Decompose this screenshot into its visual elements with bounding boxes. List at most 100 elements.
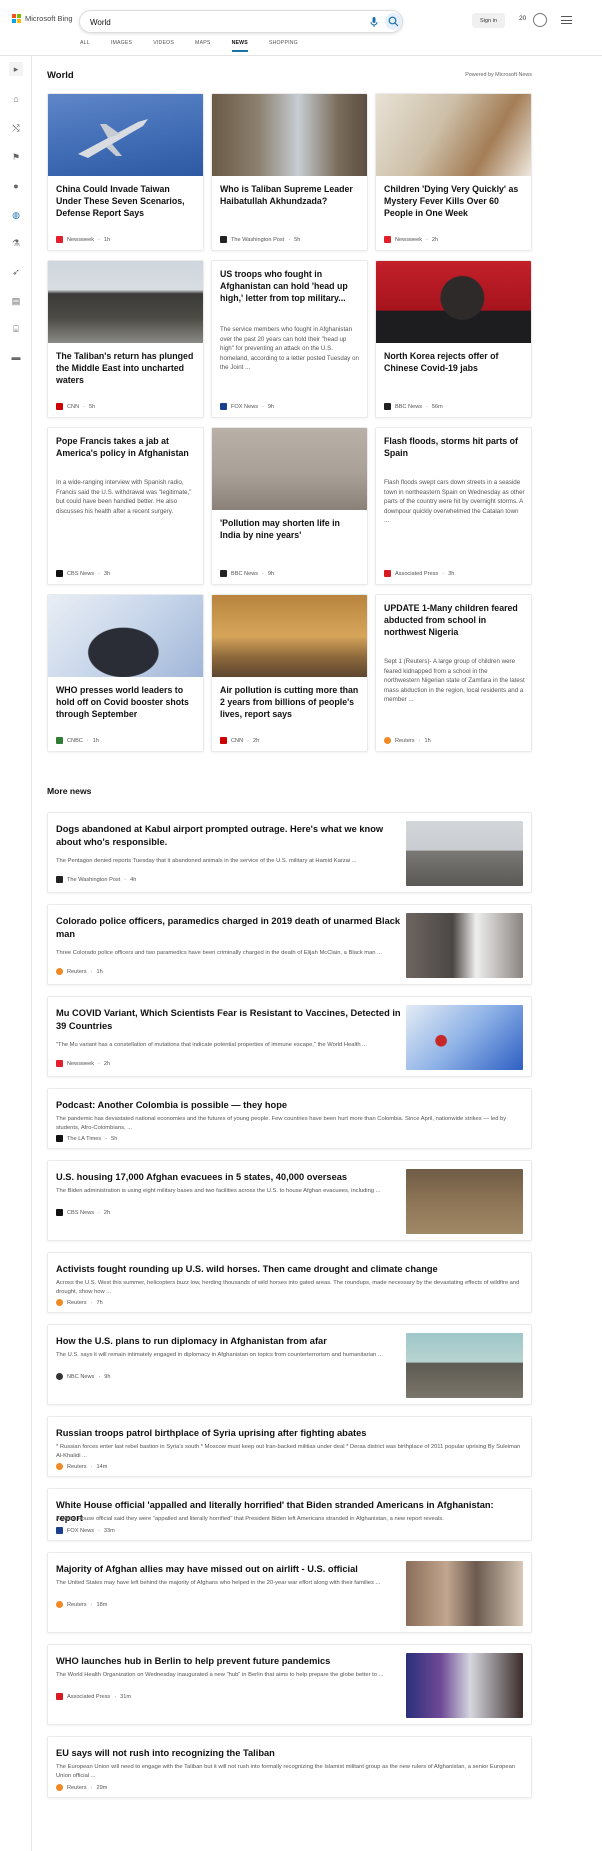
microphone-icon[interactable] [368,16,380,28]
news-card[interactable]: WHO presses world leaders to hold off on… [47,594,204,752]
tab-images[interactable]: IMAGES [111,40,132,52]
category-sidebar: ▸ ⌂ ⤭ ⚑ ● ◍ ⚗ ➶ ▤ ⌸ ▬ [0,56,32,1851]
news-card[interactable]: The Taliban's return has plunged the Mid… [47,260,204,418]
search-input[interactable] [90,15,340,29]
news-title[interactable]: Colorado police officers, paramedics cha… [56,915,401,941]
sign-in-button[interactable]: Sign in [472,13,505,28]
news-title[interactable]: UPDATE 1-Many children feared abducted f… [384,603,524,639]
news-card[interactable]: Who is Taliban Supreme Leader Haibatulla… [211,93,368,251]
tab-news[interactable]: NEWS [231,40,248,52]
flask-icon[interactable]: ⚗ [9,236,23,250]
bank-icon[interactable]: ⌸ [9,322,23,336]
news-thumbnail [406,1169,523,1234]
news-title[interactable]: WHO launches hub in Berlin to help preve… [56,1655,401,1668]
rewards-medal-icon[interactable] [533,13,547,27]
news-list-item[interactable]: EU says will not rush into recognizing t… [47,1736,532,1798]
news-description: Across the U.S. West this summer, helico… [56,1280,520,1296]
news-title[interactable]: China Could Invade Taiwan Under These Se… [56,184,196,220]
news-source: CNN · 5h [56,403,95,410]
news-title[interactable]: How the U.S. plans to run diplomacy in A… [56,1335,401,1348]
news-title[interactable]: Podcast: Another Colombia is possible — … [56,1099,521,1112]
location-icon[interactable]: ● [9,179,23,193]
news-title[interactable]: Flash floods, storms hit parts of Spain [384,436,524,460]
more-news-title: More news [47,786,92,796]
news-title[interactable]: Majority of Afghan allies may have misse… [56,1563,401,1576]
news-list-item[interactable]: Mu COVID Variant, Which Scientists Fear … [47,996,532,1077]
news-list-item[interactable]: U.S. housing 17,000 Afghan evacuees in 5… [47,1160,532,1241]
news-image [48,595,203,677]
news-list-item[interactable]: Podcast: Another Colombia is possible — … [47,1088,532,1149]
news-card[interactable]: UPDATE 1-Many children feared abducted f… [375,594,532,752]
news-source: Reuters · 1h [384,737,431,744]
tab-shopping[interactable]: SHOPPING [269,40,298,52]
menu-icon[interactable] [561,16,572,24]
news-thumbnail [406,1561,523,1626]
news-title[interactable]: US troops who fought in Afghanistan can … [220,269,360,305]
news-title[interactable]: Who is Taliban Supreme Leader Haibatulla… [220,184,360,208]
news-title[interactable]: 'Pollution may shorten life in India by … [220,518,360,542]
news-list-item[interactable]: How the U.S. plans to run diplomacy in A… [47,1324,532,1405]
news-card[interactable]: Air pollution is cutting more than 2 yea… [211,594,368,752]
news-card[interactable]: China Could Invade Taiwan Under These Se… [47,93,204,251]
news-list-item[interactable]: White House official 'appalled and liter… [47,1488,532,1541]
film-icon[interactable]: ▤ [9,294,23,308]
news-card[interactable]: Children 'Dying Very Quickly' as Mystery… [375,93,532,251]
news-source: CBS News · 3h [56,570,110,577]
news-description: "The Mu variant has a constellation of m… [56,1042,368,1048]
news-title[interactable]: Mu COVID Variant, Which Scientists Fear … [56,1007,401,1033]
tab-maps[interactable]: MAPS [195,40,211,52]
news-card[interactable]: Pope Francis takes a jab at America's po… [47,427,204,585]
home-icon[interactable]: ⌂ [9,92,23,106]
news-title[interactable]: Children 'Dying Very Quickly' as Mystery… [384,184,524,220]
flag-icon[interactable]: ⚑ [9,150,23,164]
news-image [48,94,203,176]
news-list-item[interactable]: Activists fought rounding up U.S. wild h… [47,1252,532,1313]
news-title[interactable]: U.S. housing 17,000 Afghan evacuees in 5… [56,1171,401,1184]
news-list-item[interactable]: Colorado police officers, paramedics cha… [47,904,532,985]
news-description: The pandemic has devastated national eco… [56,1116,507,1132]
news-snippet: Sept 1 (Reuters)- A large group of child… [384,658,525,704]
shuffle-icon[interactable]: ⤭ [9,121,23,135]
news-card[interactable]: 'Pollution may shorten life in India by … [211,427,368,585]
news-title[interactable]: North Korea rejects offer of Chinese Cov… [384,351,524,375]
news-title[interactable]: Activists fought rounding up U.S. wild h… [56,1263,521,1276]
expand-sidebar-icon[interactable]: ▸ [9,62,23,76]
ap-icon [56,1693,63,1700]
news-title[interactable]: Air pollution is cutting more than 2 yea… [220,685,360,721]
reuters-icon [56,968,63,975]
tab-videos[interactable]: VIDEOS [153,40,174,52]
news-title[interactable]: The Taliban's return has plunged the Mid… [56,351,196,387]
search-button[interactable] [385,13,402,30]
news-list-item[interactable]: Dogs abandoned at Kabul airport prompted… [47,812,532,893]
tab-all[interactable]: ALL [80,40,90,52]
powered-by: Powered by Microsoft News [465,72,532,78]
bing-logo[interactable]: Microsoft Bing [12,14,73,23]
news-snippet: In a wide-ranging interview with Spanish… [56,479,192,515]
newsweek-icon [56,236,63,243]
search-box[interactable] [79,10,403,33]
news-title[interactable]: WHO presses world leaders to hold off on… [56,685,196,721]
globe-icon[interactable]: ◍ [9,208,23,222]
news-thumbnail [406,1005,523,1070]
news-title[interactable]: Russian troops patrol birthplace of Syri… [56,1427,521,1440]
news-list-item[interactable]: Russian troops patrol birthplace of Syri… [47,1416,532,1477]
news-card[interactable]: Flash floods, storms hit parts of Spain … [375,427,532,585]
news-title[interactable]: Pope Francis takes a jab at America's po… [56,436,196,460]
news-list-item[interactable]: WHO launches hub in Berlin to help preve… [47,1644,532,1725]
rewards-points[interactable]: 20 [519,15,526,22]
washington-post-icon [56,876,63,883]
news-list-item[interactable]: Majority of Afghan allies may have misse… [47,1552,532,1633]
news-source: Associated Press · 3h [384,570,454,577]
fox-news-icon [220,403,227,410]
news-title[interactable]: Dogs abandoned at Kabul airport prompted… [56,823,401,849]
rocket-icon[interactable]: ➶ [9,265,23,279]
news-card[interactable]: North Korea rejects offer of Chinese Cov… [375,260,532,418]
news-source: BBC News · 56m [384,403,443,410]
news-card[interactable]: US troops who fought in Afghanistan can … [211,260,368,418]
news-title[interactable]: EU says will not rush into recognizing t… [56,1747,521,1760]
news-source: Newsweek · 1h [56,236,110,243]
news-description: The U.S. says it will remain intimately … [56,1352,383,1358]
news-source: Reuters · 7h [56,1299,103,1306]
card-icon[interactable]: ▬ [9,350,23,364]
news-source: The Washington Post · 5h [220,236,300,243]
